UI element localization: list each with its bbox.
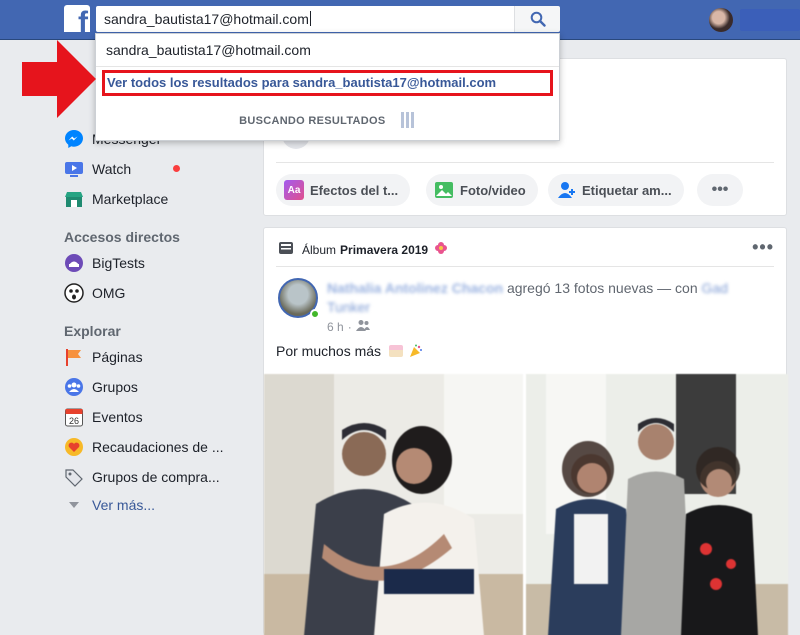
- divider: [276, 162, 774, 163]
- shortcuts-heading: Accesos directos: [64, 229, 180, 245]
- watch-icon: [64, 159, 84, 179]
- see-all-results-link[interactable]: Ver todos los resultados para sandra_bau…: [102, 70, 553, 96]
- sidebar-item-label: Grupos: [92, 379, 138, 395]
- user-avatar[interactable]: [709, 8, 733, 32]
- sidebar-item-groups[interactable]: Grupos: [64, 376, 138, 398]
- post-action-text: agregó 13 fotos nuevas — con: [503, 280, 702, 296]
- search-input-value: sandra_bautista17@hotmail.com: [104, 11, 309, 27]
- post-meta: 6 h ·: [327, 319, 370, 334]
- tag-friends-button[interactable]: Etiquetar am...: [548, 174, 684, 206]
- marketplace-icon: [64, 189, 84, 209]
- post-photo-2[interactable]: [526, 374, 788, 635]
- divider: [96, 66, 559, 67]
- search-input[interactable]: sandra_bautista17@hotmail.com: [96, 6, 514, 32]
- sidebar-item-events[interactable]: 26 Eventos: [64, 406, 143, 428]
- flower-emoji-icon: [434, 241, 448, 258]
- photo-video-button[interactable]: Foto/video: [426, 174, 538, 206]
- profile-link[interactable]: [740, 9, 800, 31]
- fundraiser-icon: [64, 437, 84, 457]
- sidebar-item-label: Eventos: [92, 409, 143, 425]
- sidebar-item-pages[interactable]: Páginas: [64, 346, 143, 368]
- messenger-icon: [64, 129, 84, 149]
- divider: [276, 266, 774, 267]
- flag-icon: [64, 347, 84, 367]
- sidebar-item-label: OMG: [92, 285, 126, 301]
- photo-icon: [434, 180, 454, 200]
- sidebar-item-buy-sell-groups[interactable]: Grupos de compra...: [64, 466, 220, 488]
- sidebar-item-label: Marketplace: [92, 191, 169, 207]
- effects-label: Efectos del t...: [310, 182, 399, 198]
- post-timestamp[interactable]: 6 h: [327, 320, 344, 334]
- groups-icon: [64, 377, 84, 397]
- album-prefix: Álbum: [302, 242, 337, 257]
- friends-privacy-icon[interactable]: [355, 319, 370, 334]
- sidebar-item-watch[interactable]: Watch: [64, 158, 131, 180]
- feed-post: Álbum Primavera 2019 ••• Nathalia Antoli…: [263, 227, 788, 635]
- more-options-button[interactable]: •••: [697, 174, 743, 206]
- post-body: Por muchos más: [276, 343, 423, 361]
- calendar-icon: 26: [64, 407, 84, 427]
- chevron-down-icon: [64, 495, 84, 515]
- album-name[interactable]: Primavera 2019: [340, 243, 428, 257]
- bigtests-icon: [64, 253, 84, 273]
- sidebar-item-marketplace[interactable]: Marketplace: [64, 188, 168, 210]
- photo-video-label: Foto/video: [460, 182, 526, 198]
- loading-bars-icon: [400, 112, 416, 131]
- tag-friends-icon: [556, 180, 576, 200]
- searching-results-label: BUSCANDO RESULTADOS: [239, 115, 386, 127]
- search-suggestion[interactable]: sandra_bautista17@hotmail.com: [106, 42, 311, 58]
- post-header-text: Nathalia Antolinez Chacon agregó 13 foto…: [327, 279, 757, 317]
- search-icon: [530, 11, 546, 27]
- see-more-link[interactable]: Ver más...: [64, 494, 155, 516]
- effects-icon: Aa: [284, 180, 304, 200]
- sidebar-item-label: BigTests: [92, 255, 145, 271]
- sidebar-item-label: Recaudaciones de ...: [92, 439, 224, 455]
- red-arrow-annotation: [22, 40, 96, 118]
- search-button[interactable]: [514, 6, 560, 32]
- sidebar-item-fundraisers[interactable]: Recaudaciones de ...: [64, 436, 224, 458]
- tag-friends-label: Etiquetar am...: [582, 182, 672, 198]
- explore-heading: Explorar: [64, 323, 121, 339]
- post-body-text: Por muchos más: [276, 343, 382, 359]
- more-dots-icon: •••: [711, 181, 729, 198]
- sidebar-item-bigtests[interactable]: BigTests: [64, 252, 145, 274]
- tag-icon: [64, 467, 84, 487]
- searching-results-indicator: BUSCANDO RESULTADOS: [96, 112, 559, 131]
- cake-emoji-icon: [388, 345, 403, 357]
- post-album-header: Álbum Primavera 2019: [278, 240, 448, 259]
- sidebar-item-label: Páginas: [92, 349, 143, 365]
- facebook-logo[interactable]: f: [64, 5, 90, 32]
- party-popper-icon: [409, 344, 423, 361]
- sidebar-item-label: Grupos de compra...: [92, 469, 220, 485]
- post-options-button[interactable]: •••: [752, 237, 774, 258]
- post-photo-1[interactable]: [264, 374, 523, 635]
- album-icon: [278, 240, 294, 259]
- effects-button[interactable]: Aa Efectos del t...: [276, 174, 411, 206]
- sidebar-item-omg[interactable]: OMG: [64, 282, 125, 304]
- see-more-label: Ver más...: [92, 497, 156, 513]
- search-suggestions-dropdown: sandra_bautista17@hotmail.com Ver todos …: [95, 33, 560, 141]
- sidebar-item-label: Watch: [92, 161, 132, 177]
- svg-text:26: 26: [69, 416, 79, 426]
- omg-icon: [64, 283, 84, 303]
- author-name[interactable]: Nathalia Antolinez Chacon: [327, 280, 503, 296]
- watch-notification-dot: [173, 165, 180, 172]
- online-status-dot: [310, 309, 320, 319]
